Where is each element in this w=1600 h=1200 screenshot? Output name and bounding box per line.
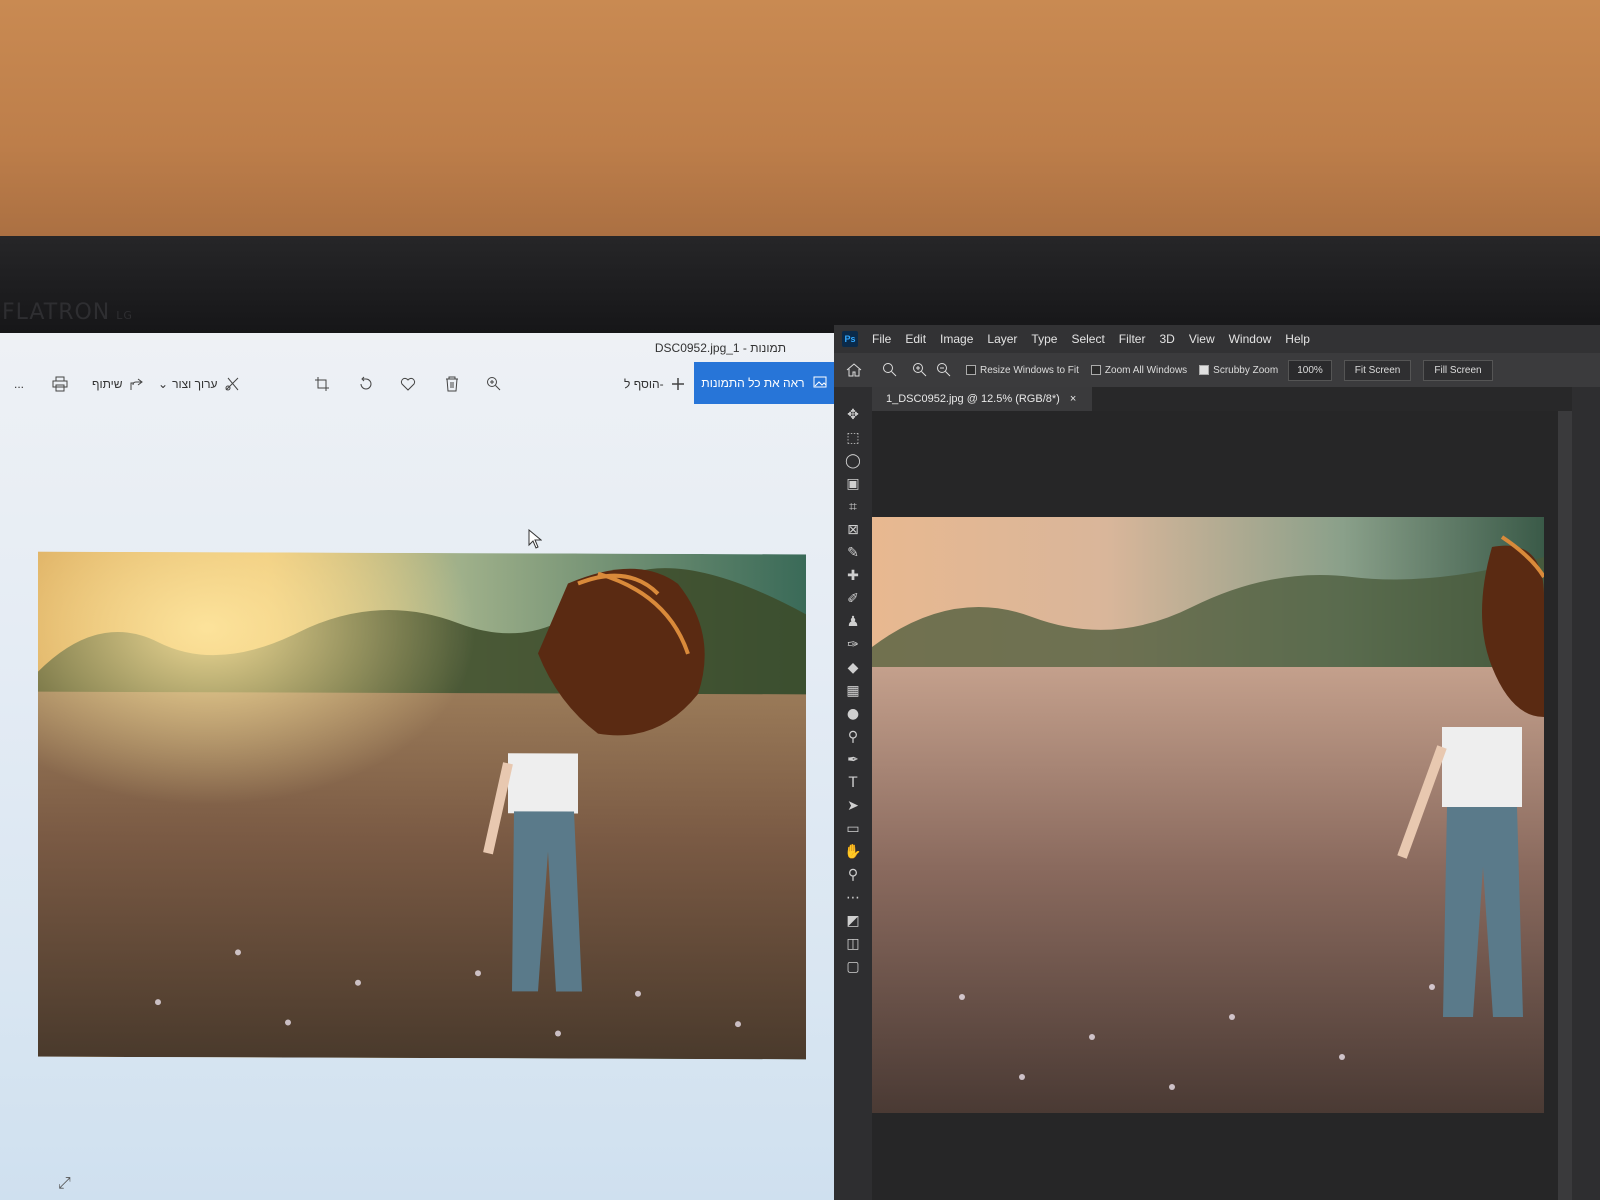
zoom-tool-preset-icon[interactable] (880, 360, 900, 380)
rectangle-tool-icon[interactable]: ▭ (842, 819, 864, 838)
menu-3d[interactable]: 3D (1159, 332, 1174, 346)
stamp-tool-icon[interactable]: ♟ (842, 612, 864, 631)
delete-button[interactable] (442, 371, 462, 397)
object-selection-tool-icon[interactable]: ▣ (842, 474, 864, 493)
zoom-button[interactable] (484, 371, 504, 397)
document-tab-bar: 1_DSC0952.jpg @ 12.5% (RGB/8*) × (872, 387, 1600, 411)
add-to-button[interactable]: הוסף ל- (624, 371, 688, 397)
crop-icon (312, 374, 332, 394)
zoom-all-windows-checkbox[interactable]: Zoom All Windows (1090, 365, 1187, 376)
menu-image[interactable]: Image (940, 332, 973, 346)
marquee-tool-icon[interactable]: ⬚ (842, 428, 864, 447)
document-canvas[interactable] (872, 411, 1558, 1200)
edit-icon (222, 374, 242, 394)
move-tool-icon[interactable]: ✥ (842, 405, 864, 424)
dodge-tool-icon[interactable]: ⚲ (842, 727, 864, 746)
menu-type[interactable]: Type (1031, 332, 1057, 346)
zoom-icon (484, 374, 504, 394)
image-icon (813, 375, 827, 392)
menu-window[interactable]: Window (1229, 332, 1272, 346)
blur-tool-icon[interactable]: ● (842, 704, 864, 723)
expand-icon[interactable]: ⤢ (58, 1173, 71, 1193)
menu-select[interactable]: Select (1071, 332, 1104, 346)
checkbox-box (1199, 365, 1210, 375)
window-title: DSC0952.jpg_1 - תמונות (654, 341, 786, 355)
wall-background (0, 0, 1600, 262)
photo-field-woman-zoomed (872, 517, 1544, 1113)
type-tool-icon[interactable]: T (842, 773, 864, 792)
fit-screen-button[interactable]: Fit Screen (1343, 359, 1412, 381)
edit-create-button[interactable]: ⌄ ערוך וצור (158, 371, 242, 397)
delete-icon (442, 374, 462, 394)
print-icon (50, 374, 70, 394)
rotate-icon (356, 374, 376, 394)
resize-windows-checkbox[interactable]: Resize Windows to Fit (966, 365, 1079, 376)
eraser-tool-icon[interactable]: ◆ (842, 658, 864, 677)
checkbox-box (1090, 365, 1101, 375)
photoshop-window: Ps File Edit Image Layer Type Select Fil… (834, 325, 1600, 1200)
gradient-tool-icon[interactable]: ▦ (842, 681, 864, 700)
more-tools-icon[interactable]: ⋯ (842, 888, 864, 907)
history-brush-tool-icon[interactable]: ✑ (842, 635, 864, 654)
pen-tool-icon[interactable]: ✒ (842, 750, 864, 769)
zoom-in-icon[interactable] (910, 360, 930, 380)
screen-mode-icon[interactable]: ▢ (842, 957, 864, 976)
vertical-scrollbar[interactable] (1558, 411, 1572, 1200)
chevron-down-icon: ⌄ (158, 377, 169, 391)
crop-button[interactable] (312, 371, 332, 397)
photo-field-woman (38, 551, 806, 1060)
menu-filter[interactable]: Filter (1119, 332, 1146, 346)
brush-tool-icon[interactable]: ✐ (842, 589, 864, 608)
menu-bar: Ps File Edit Image Layer Type Select Fil… (834, 325, 1600, 353)
zoom-out-icon[interactable] (934, 360, 954, 380)
menu-edit[interactable]: Edit (905, 332, 926, 346)
monitor-brand: FLATRON LG (2, 300, 133, 325)
quick-mask-icon[interactable]: ◫ (842, 934, 864, 953)
healing-tool-icon[interactable]: ✚ (842, 566, 864, 585)
view-all-photos-button[interactable]: ראה את כל התמונות (694, 362, 834, 404)
color-swatches-icon[interactable]: ◩ (842, 911, 864, 930)
hand-tool-icon[interactable]: ✋ (842, 842, 864, 861)
photoshop-logo-icon: Ps (842, 331, 858, 347)
menu-view[interactable]: View (1189, 332, 1215, 346)
frame-tool-icon[interactable]: ⊠ (842, 520, 864, 539)
favorite-button[interactable] (398, 371, 418, 397)
document-tab[interactable]: 1_DSC0952.jpg @ 12.5% (RGB/8*) × (872, 387, 1093, 411)
share-button[interactable]: שיתוף (92, 371, 147, 397)
close-icon[interactable]: × (1070, 393, 1076, 405)
eyedropper-tool-icon[interactable]: ✎ (842, 543, 864, 562)
print-button[interactable] (50, 371, 70, 397)
right-panel-strip (1572, 387, 1600, 1200)
menu-layer[interactable]: Layer (987, 332, 1017, 346)
share-icon (127, 374, 147, 394)
more-button[interactable]: ... (14, 371, 24, 397)
fill-screen-button[interactable]: Fill Screen (1423, 359, 1493, 381)
scrubby-zoom-checkbox[interactable]: Scrubby Zoom (1199, 365, 1278, 376)
mouse-cursor-icon (528, 529, 542, 549)
home-icon[interactable] (844, 360, 864, 380)
lasso-tool-icon[interactable]: ◯ (842, 451, 864, 470)
rotate-button[interactable] (356, 371, 376, 397)
zoom-percent-button[interactable]: 100% (1288, 359, 1332, 381)
menu-file[interactable]: File (872, 332, 891, 346)
crop-tool-icon[interactable]: ⌗ (842, 497, 864, 516)
path-selection-tool-icon[interactable]: ➤ (842, 796, 864, 815)
checkbox-box (966, 365, 976, 375)
zoom-tool-icon[interactable]: ⚲ (842, 865, 864, 884)
heart-icon (398, 374, 418, 394)
tools-panel: ✥ ⬚ ◯ ▣ ⌗ ⊠ ✎ ✚ ✐ ♟ ✑ ◆ ▦ ● ⚲ ✒ T ➤ ▭ ✋ … (834, 387, 872, 1200)
options-bar: Resize Windows to Fit Zoom All Windows S… (834, 353, 1600, 387)
photos-app-window: DSC0952.jpg_1 - תמונות ... שיתוף ⌄ ערוך … (0, 333, 834, 1200)
menu-help[interactable]: Help (1285, 332, 1310, 346)
plus-icon (668, 374, 688, 394)
